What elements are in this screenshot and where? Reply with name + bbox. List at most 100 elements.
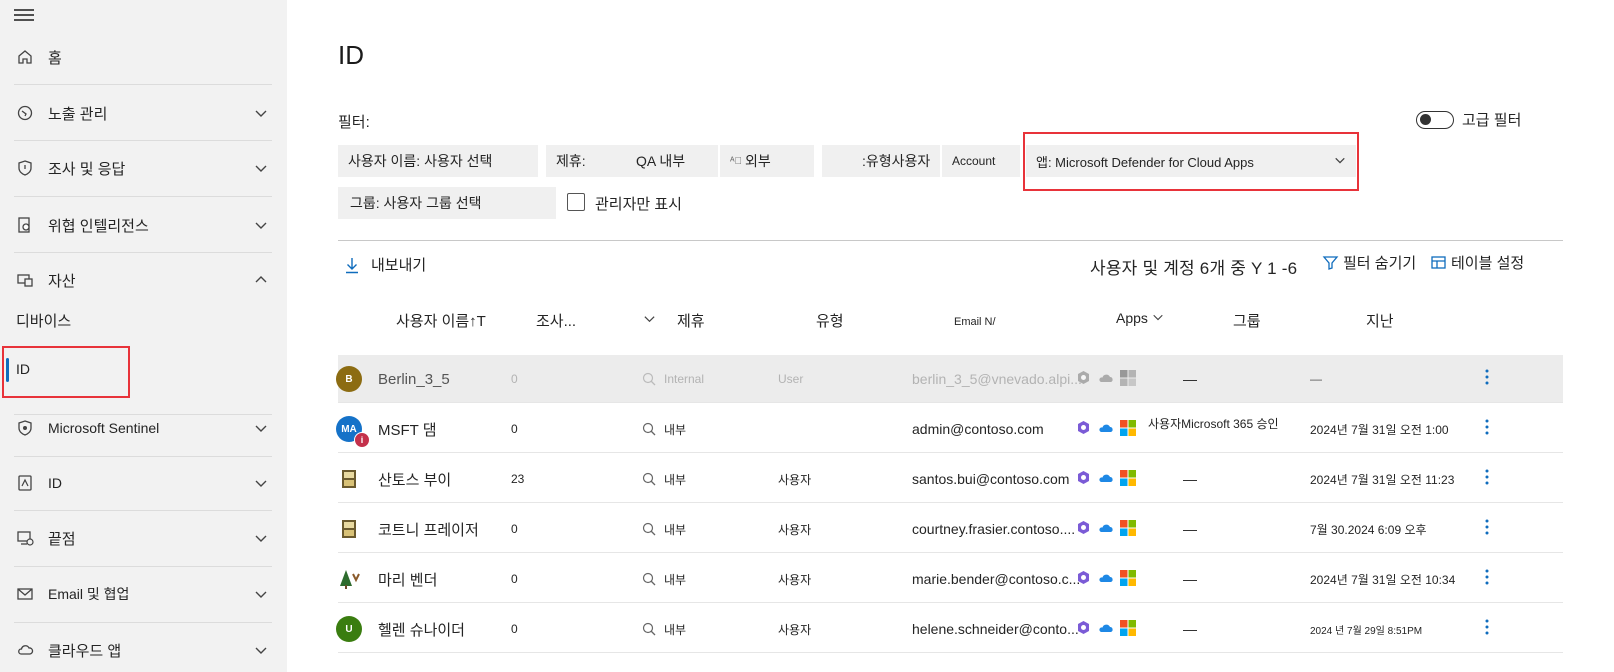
sidebar-item-id[interactable]: ID: [0, 463, 272, 503]
user-name-link[interactable]: 산토스 부이: [378, 455, 451, 503]
toggle-switch[interactable]: [1416, 110, 1454, 129]
column-header-apps[interactable]: Apps: [1116, 310, 1164, 326]
row-more-options-button[interactable]: [1484, 605, 1490, 653]
chevron-down-icon[interactable]: [254, 587, 268, 601]
sidebar-item-assets[interactable]: 자산: [0, 260, 272, 300]
investigation-value: 0: [511, 622, 518, 636]
hide-filters-button[interactable]: 필터 숨기기: [1322, 252, 1416, 273]
table-settings-button[interactable]: 테이블 설정: [1430, 252, 1524, 273]
type-value: 사용자: [778, 572, 812, 587]
table-settings-label: 테이블 설정: [1451, 255, 1525, 272]
groups-cell: 사용자Microsoft 365 승인: [1148, 399, 1279, 447]
sidebar-item-exposure-management[interactable]: 노출 관리: [0, 93, 272, 133]
type-filter-text: :유형사용자: [862, 153, 931, 169]
column-header-investigation[interactable]: 조사...: [536, 310, 656, 331]
export-button[interactable]: 내보내기: [345, 254, 426, 275]
header-text: 유형: [816, 313, 844, 330]
user-name-link[interactable]: 코트니 프레이저: [378, 505, 479, 553]
apps-cell: [1076, 505, 1136, 553]
row-more-options-button[interactable]: [1484, 405, 1490, 453]
apps-cell: [1076, 355, 1136, 403]
sidebar-item-microsoft-sentinel[interactable]: Microsoft Sentinel: [0, 408, 272, 448]
column-header-email[interactable]: Email N/: [954, 316, 996, 328]
sidebar-item-cloud-apps[interactable]: 클라우드 앱: [0, 630, 272, 670]
chevron-down-icon: [1152, 310, 1164, 326]
sidebar-sub-item-devices[interactable]: 디바이스: [16, 310, 71, 331]
sidebar-divider: [14, 510, 272, 511]
affiliation-filter-label[interactable]: 제휴:: [546, 145, 626, 177]
hamburger-menu-icon[interactable]: [14, 9, 34, 25]
affiliation-external-option[interactable]: ᴬ⃝ 외부: [720, 145, 814, 177]
investigation-value: 0: [511, 522, 518, 536]
user-name-link[interactable]: MSFT 댐: [378, 405, 437, 453]
sidebar-divider: [14, 456, 272, 457]
user-name-text: Berlin_3_5: [378, 370, 450, 388]
last-seen-cell: 7월 30.2024 6:09 오후: [1310, 505, 1427, 553]
user-name-link[interactable]: 마리 벤더: [378, 555, 437, 603]
sidebar-item-endpoints[interactable]: 끝점: [0, 518, 272, 558]
type-filter[interactable]: :유형사용자: [822, 145, 940, 177]
table-row[interactable]: B Berlin_3_5 0 Internal User berlin_3_5@vneva…: [336, 355, 1563, 403]
admin-only-checkbox[interactable]: [567, 193, 585, 211]
sidebar-item-home[interactable]: 홈: [0, 37, 272, 77]
email-value: santos.bui@contoso.com: [912, 471, 1070, 487]
advanced-filters-toggle[interactable]: 고급 필터: [1416, 109, 1521, 130]
table-row[interactable]: 산토스 부이 23 내부 사용자 santos.bui@contoso.com — 2024…: [338, 455, 1563, 503]
email-cell: marie.bender@contoso.c...: [912, 555, 1080, 603]
chevron-down-icon[interactable]: [254, 161, 268, 175]
avatar-cell: MA i: [336, 405, 370, 453]
affiliation-cell: 내부: [642, 455, 686, 503]
table-row[interactable]: MA i MSFT 댐 0 내부 admin@contoso.com 사용자Microsof…: [336, 405, 1563, 453]
groups-cell: —: [1183, 605, 1197, 653]
table-row[interactable]: 코트니 프레이저 0 내부 사용자 courtney.frasier.contoso..…: [338, 505, 1563, 553]
row-more-options-button[interactable]: [1484, 505, 1490, 553]
affiliation-internal-option[interactable]: QA 내부: [626, 145, 718, 177]
internal-user-icon: [642, 422, 658, 436]
chevron-down-icon[interactable]: [254, 421, 268, 435]
column-header-user-name[interactable]: 사용자 이름↑T: [396, 310, 486, 331]
sidebar-item-email-collaboration[interactable]: Email 및 협업: [0, 574, 272, 614]
investigation-priority: 0: [511, 555, 518, 603]
header-text: 그룹: [1233, 313, 1261, 330]
user-name-text: 마리 벤더: [378, 571, 438, 589]
chevron-down-icon[interactable]: [254, 106, 268, 120]
user-name-filter[interactable]: 사용자 이름: 사용자 선택: [338, 145, 538, 177]
chevron-up-icon[interactable]: [254, 273, 268, 287]
table-row[interactable]: 마리 벤더 0 내부 사용자 marie.bender@contoso.c... — 202…: [338, 555, 1563, 603]
table-row[interactable]: U 헬렌 슈나이더 0 내부 사용자 helene.schneider@conto... —…: [336, 605, 1563, 653]
internal-user-icon: [642, 372, 658, 386]
header-text: 지난: [1366, 313, 1394, 330]
type-account-option[interactable]: Account: [942, 145, 1020, 177]
email-cell: berlin_3_5@vnevado.alpi...: [912, 355, 1082, 403]
type-value: 사용자: [778, 622, 812, 637]
chevron-down-icon[interactable]: [254, 643, 268, 657]
sidebar-item-investigation-response[interactable]: 조사 및 응답: [0, 148, 272, 188]
groups-value: —: [1183, 471, 1197, 487]
group-filter[interactable]: 그룹: 사용자 그룹 선택: [338, 187, 556, 219]
row-more-options-button[interactable]: [1484, 555, 1490, 603]
sidebar-item-threat-intelligence[interactable]: 위협 인텔리전스: [0, 205, 272, 245]
user-name-link[interactable]: 헬렌 슈나이더: [378, 605, 465, 653]
chevron-down-icon: [643, 312, 656, 329]
sidebar-divider: [14, 196, 272, 197]
user-name-link[interactable]: Berlin_3_5: [378, 355, 450, 403]
chevron-down-icon[interactable]: [254, 531, 268, 545]
column-header-type[interactable]: 유형: [816, 310, 844, 331]
chevron-down-icon[interactable]: [254, 218, 268, 232]
column-header-affiliation[interactable]: 제휴: [677, 310, 705, 331]
header-text: 사용자 이름↑T: [396, 313, 486, 330]
avatar-initials: U: [345, 623, 353, 635]
user-name-filter-label: 사용자 이름: 사용자 선택: [348, 153, 493, 169]
sidebar-item-label: 조사 및 응답: [48, 160, 126, 178]
sidebar-item-label: 위협 인텔리전스: [48, 217, 149, 235]
avatar-initials: MA: [341, 423, 357, 435]
onedrive-cloud-icon: [1097, 621, 1114, 637]
row-more-options-button[interactable]: [1484, 455, 1490, 503]
header-text: 조사...: [536, 313, 577, 330]
type-value: User: [778, 372, 804, 386]
investigation-value: 0: [511, 422, 518, 436]
column-header-last-seen[interactable]: 지난: [1366, 310, 1394, 331]
chevron-down-icon[interactable]: [254, 476, 268, 490]
column-header-groups[interactable]: 그룹: [1233, 310, 1261, 331]
row-more-options-button[interactable]: [1484, 355, 1490, 403]
